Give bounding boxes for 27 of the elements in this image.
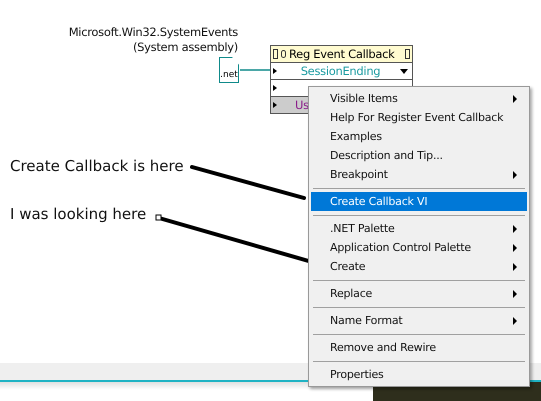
menu-item[interactable]: Description and Tip...	[311, 146, 527, 165]
terminal-arrow-icon	[273, 102, 277, 108]
menu-item[interactable]: Examples	[311, 127, 527, 146]
user-parameter: Us	[295, 98, 309, 112]
menu-item[interactable]: Application Control Palette	[311, 238, 527, 257]
terminal-icon	[405, 49, 410, 59]
menu-item[interactable]: Create	[311, 257, 527, 276]
menu-item[interactable]: Remove and Rewire	[311, 338, 527, 357]
dropdown-icon[interactable]	[400, 68, 408, 74]
menu-item[interactable]: Visible Items	[311, 89, 527, 108]
wire	[240, 69, 270, 71]
menu-item[interactable]: Properties	[311, 365, 527, 384]
annotation-text: Create Callback is here	[10, 157, 184, 175]
menu-item[interactable]: Help For Register Event Callback	[311, 108, 527, 127]
menu-item[interactable]: Name Format	[311, 311, 527, 330]
menu-item[interactable]: Create Callback VI	[311, 192, 527, 211]
net-constant: .net	[219, 57, 239, 83]
menu-item[interactable]: Breakpoint	[311, 165, 527, 184]
node-title: Reg Event Callback	[289, 47, 396, 61]
annotation-text: I was looking here	[10, 205, 146, 223]
menu-item[interactable]: .NET Palette	[311, 219, 527, 238]
menu-item[interactable]: Replace	[311, 284, 527, 303]
assembly-label: Microsoft.Win32.SystemEvents	[68, 25, 238, 40]
assembly-label: (System assembly)	[132, 40, 238, 55]
terminal-arrow-icon	[273, 68, 277, 74]
terminal-arrow-icon	[273, 85, 277, 91]
terminal-icon	[273, 49, 278, 59]
